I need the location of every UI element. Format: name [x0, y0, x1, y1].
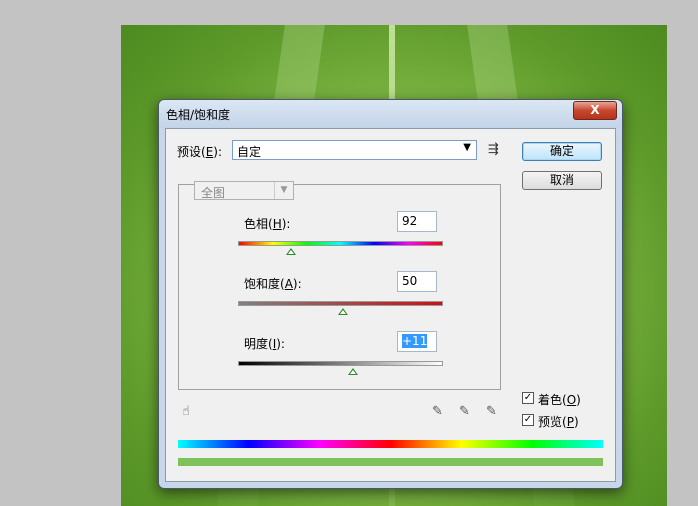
- eyedropper-plus-icon[interactable]: ✎: [459, 404, 470, 419]
- saturation-label-text: 饱和度(: [244, 277, 285, 291]
- lightness-label-text: 明度(: [244, 337, 273, 351]
- lightness-label: 明度(I):: [244, 335, 285, 352]
- lightness-label-suffix: ):: [276, 337, 285, 351]
- preset-value: 自定: [237, 145, 262, 159]
- hand-adjust-icon[interactable]: ☝: [182, 404, 190, 419]
- hue-label-suffix: ):: [281, 217, 291, 231]
- saturation-slider-thumb[interactable]: [337, 308, 348, 315]
- preset-label: 预设(E):: [177, 143, 222, 160]
- hue-saturation-dialog: 色相/饱和度 X 预设(E): 自定 ▼ ⇶ 确定 取消 全图 ▼ 色相(H):…: [158, 99, 623, 489]
- hue-slider-track[interactable]: [238, 241, 443, 246]
- lightness-slider-thumb[interactable]: [347, 368, 358, 375]
- hue-value: 92: [402, 214, 418, 228]
- ok-button[interactable]: 确定: [522, 142, 602, 161]
- eyedropper-icon[interactable]: ✎: [432, 404, 443, 419]
- preview-label-text: 预览(: [538, 415, 567, 429]
- dialog-body: 预设(E): 自定 ▼ ⇶ 确定 取消 全图 ▼ 色相(H): 92 饱和度(A…: [165, 128, 616, 482]
- saturation-slider-track[interactable]: [238, 301, 443, 306]
- preset-label-text: 预设(: [177, 145, 206, 159]
- cancel-button[interactable]: 取消: [522, 171, 602, 190]
- preview-label-suffix: ): [573, 415, 579, 429]
- eyedropper-minus-icon[interactable]: ✎: [486, 404, 497, 419]
- dialog-title: 色相/饱和度: [166, 108, 231, 122]
- saturation-label-suffix: ):: [292, 277, 302, 291]
- colorize-label: 着色(O): [538, 391, 581, 408]
- close-icon: X: [590, 103, 600, 117]
- lightness-value: +11: [402, 334, 428, 348]
- hue-label: 色相(H):: [244, 215, 290, 232]
- chevron-down-icon: ▼: [274, 182, 293, 199]
- lightness-input[interactable]: +11: [397, 331, 437, 352]
- channel-dropdown[interactable]: 全图 ▼: [194, 181, 294, 200]
- check-icon: ✓: [523, 414, 533, 425]
- colorize-label-suffix: ): [576, 393, 581, 407]
- saturation-input[interactable]: 50: [397, 271, 437, 292]
- saturation-value: 50: [402, 274, 418, 288]
- check-icon: ✓: [523, 392, 533, 403]
- colorize-checkbox[interactable]: ✓: [522, 392, 534, 404]
- hue-label-key: H: [272, 217, 282, 231]
- channel-value: 全图: [201, 186, 226, 200]
- input-color-bar: [178, 440, 603, 448]
- saturation-label-key: A: [284, 277, 293, 291]
- dropdown-arrow-icon: ▼: [463, 142, 471, 153]
- preset-menu-icon[interactable]: ⇶: [488, 142, 499, 157]
- hue-input[interactable]: 92: [397, 211, 437, 232]
- preview-label: 预览(P): [538, 413, 579, 430]
- lightness-slider-track[interactable]: [238, 361, 443, 366]
- colorize-label-text: 着色(: [538, 393, 567, 407]
- output-color-bar: [178, 458, 603, 466]
- title-bar[interactable]: 色相/饱和度 X: [159, 100, 622, 128]
- colorize-label-key: O: [566, 393, 577, 407]
- close-button[interactable]: X: [573, 101, 617, 120]
- preset-dropdown[interactable]: 自定 ▼: [232, 140, 477, 160]
- hue-label-text: 色相(: [244, 217, 273, 231]
- hue-slider-thumb[interactable]: [286, 248, 297, 255]
- preview-checkbox[interactable]: ✓: [522, 414, 534, 426]
- adjustment-group: [178, 184, 501, 390]
- preset-label-suffix: ):: [213, 145, 223, 159]
- preview-label-key: P: [566, 415, 574, 429]
- saturation-label: 饱和度(A):: [244, 275, 302, 292]
